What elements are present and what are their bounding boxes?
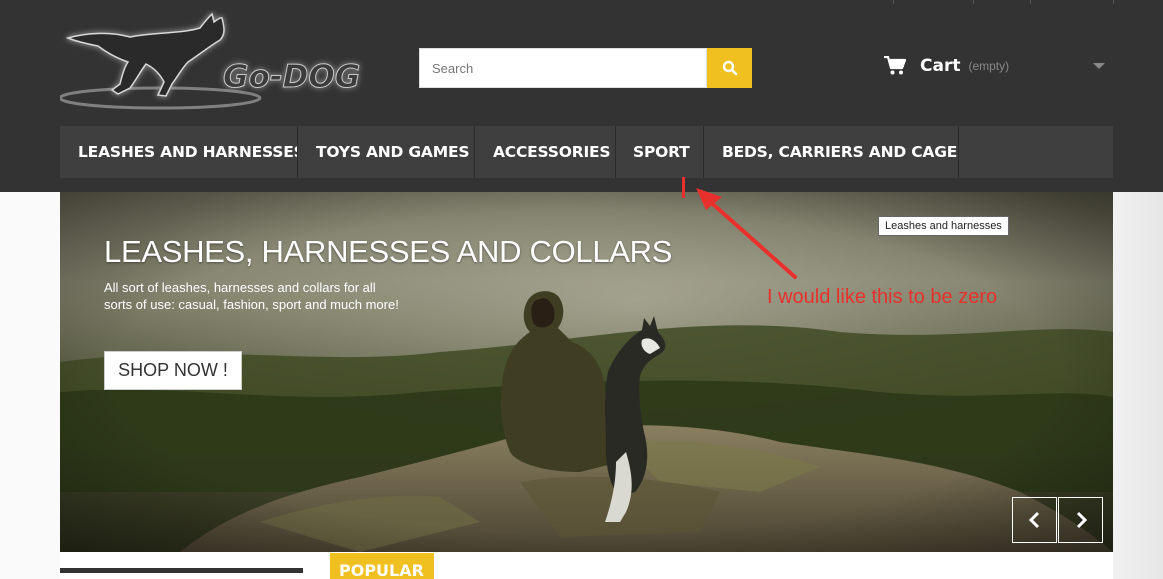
nav-item-sport[interactable]: SPORT: [616, 126, 704, 178]
slider-prev-button[interactable]: [1012, 497, 1057, 543]
page-background-left: [0, 192, 60, 579]
search-icon: [722, 60, 737, 76]
annotation-text: I would like this to be zero: [767, 286, 998, 308]
nav-item-toys-and-games[interactable]: TOYS AND GAMES: [298, 126, 475, 178]
hero-description: All sort of leashes, harnesses and colla…: [104, 280, 399, 312]
sidebar-heading-bar: [60, 568, 303, 573]
annotation-marker: [682, 177, 685, 198]
nav-item-label: LEASHES AND HARNESSES: [78, 143, 298, 161]
topbar-divider: [1030, 0, 1031, 4]
nav-item-label: BEDS, CARRIERS AND CAGES: [722, 143, 959, 161]
logo-text: Go-DOG: [223, 59, 360, 95]
slider-next-button[interactable]: [1058, 497, 1103, 543]
nav-item-accessories[interactable]: ACCESSORIES: [475, 126, 616, 178]
tooltip: Leashes and harnesses: [878, 216, 1009, 236]
search-input[interactable]: [419, 48, 707, 88]
nav-item-label: ACCESSORIES: [493, 143, 611, 161]
topbar-divider: [973, 0, 974, 4]
cart-icon: [884, 56, 906, 75]
cart-label: Cart: [920, 56, 961, 76]
cart-status: (empty): [968, 59, 1010, 73]
cart-dropdown-caret-icon[interactable]: [1093, 63, 1105, 69]
cart-widget[interactable]: Cart (empty): [884, 52, 1009, 80]
hero-slider: LEASHES, HARNESSES AND COLLARS All sort …: [60, 192, 1113, 552]
hero-title: LEASHES, HARNESSES AND COLLARS: [104, 234, 673, 269]
chevron-right-icon: [1076, 511, 1087, 529]
dog-logo-icon: Go-DOG: [58, 12, 361, 110]
nav-item-label: TOYS AND GAMES: [316, 143, 470, 161]
tab-popular[interactable]: POPULAR: [330, 553, 434, 579]
page-background-right: [1113, 192, 1163, 579]
nav-item-beds-carriers-and-cages[interactable]: BEDS, CARRIERS AND CAGES: [704, 126, 959, 178]
nav-item-leashes-and-harnesses[interactable]: LEASHES AND HARNESSES: [60, 126, 298, 178]
shop-now-button[interactable]: SHOP NOW !: [104, 351, 242, 390]
site-header: Go-DOG Cart (empty) LEASHES AND HARNESSE…: [0, 0, 1163, 192]
nav-item-label: SPORT: [633, 143, 690, 161]
main-navigation: LEASHES AND HARNESSES TOYS AND GAMES ACC…: [60, 126, 1113, 178]
chevron-left-icon: [1028, 511, 1039, 529]
topbar-divider: [893, 0, 894, 4]
search-button[interactable]: [707, 48, 752, 88]
site-logo[interactable]: Go-DOG: [58, 10, 390, 115]
topbar-divider: [1113, 0, 1114, 4]
